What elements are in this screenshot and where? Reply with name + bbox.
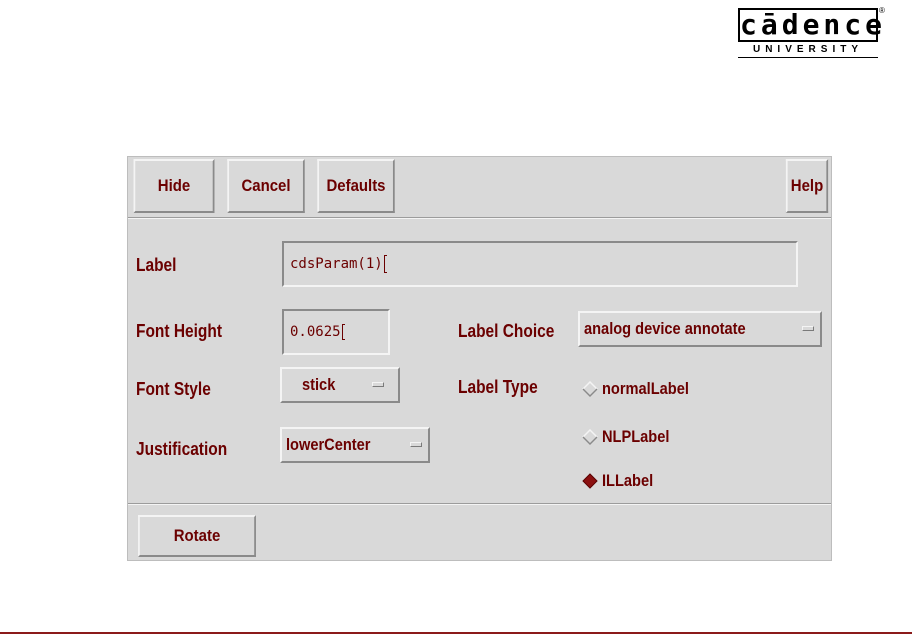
- radio-diamond-empty-icon: [582, 429, 598, 445]
- radio-normal-label-text: normalLabel: [602, 379, 689, 398]
- cancel-button-label: Cancel: [241, 176, 291, 195]
- label-choice-select[interactable]: analog device annotate: [578, 311, 822, 347]
- label-input-value: cdsParam(1): [290, 256, 383, 272]
- edit-label-dialog: Hide Cancel Defaults Help Label cdsParam…: [127, 156, 832, 561]
- label-type-caption: Label Type: [458, 377, 538, 397]
- help-button-label: Help: [790, 176, 824, 195]
- toolbar-separator: [128, 217, 831, 219]
- font-height-caption: Font Height: [136, 321, 222, 341]
- logo-registered-mark: ®: [879, 6, 885, 15]
- font-style-caption: Font Style: [136, 379, 211, 399]
- font-style-select[interactable]: stick: [280, 367, 400, 403]
- justification-caption: Justification: [136, 439, 228, 459]
- footer-rule: [0, 632, 912, 634]
- justification-select[interactable]: lowerCenter: [280, 427, 430, 463]
- help-button[interactable]: Help: [785, 159, 829, 213]
- radio-normal-label[interactable]: normalLabel: [582, 379, 703, 399]
- radio-nlp-label[interactable]: NLPLabel: [582, 427, 680, 447]
- option-menu-indicator-icon: [802, 326, 814, 331]
- radio-il-label-text: ILLabel: [602, 471, 654, 490]
- cancel-button[interactable]: Cancel: [227, 159, 305, 213]
- label-choice-value: analog device annotate: [584, 319, 746, 338]
- label-input[interactable]: cdsParam(1): [282, 241, 798, 287]
- radio-il-label[interactable]: ILLabel: [582, 471, 662, 491]
- font-style-value: stick: [302, 375, 336, 394]
- text-cursor: [341, 324, 345, 340]
- defaults-button-label: Defaults: [326, 176, 386, 195]
- font-height-value: 0.0625: [290, 324, 341, 340]
- radio-diamond-selected-icon: [582, 473, 598, 489]
- option-menu-indicator-icon: [372, 382, 384, 387]
- defaults-button[interactable]: Defaults: [317, 159, 395, 213]
- justification-value: lowerCenter: [286, 435, 371, 454]
- logo-subtitle: UNIVERSITY: [738, 44, 878, 58]
- font-height-input[interactable]: 0.0625: [282, 309, 390, 355]
- radio-diamond-empty-icon: [582, 381, 598, 397]
- radio-nlp-label-text: NLPLabel: [602, 427, 670, 446]
- hide-button-label: Hide: [157, 176, 191, 195]
- text-cursor: [383, 255, 387, 273]
- rotate-button-label: Rotate: [173, 526, 221, 545]
- hide-button[interactable]: Hide: [133, 159, 215, 213]
- label-caption: Label: [136, 255, 177, 275]
- label-choice-caption: Label Choice: [458, 321, 555, 341]
- bottom-separator: [128, 503, 831, 505]
- option-menu-indicator-icon: [410, 442, 422, 447]
- rotate-button[interactable]: Rotate: [138, 515, 256, 557]
- cadence-university-logo: cādence ® UNIVERSITY: [738, 6, 888, 64]
- logo-wordmark: cādence: [738, 8, 887, 42]
